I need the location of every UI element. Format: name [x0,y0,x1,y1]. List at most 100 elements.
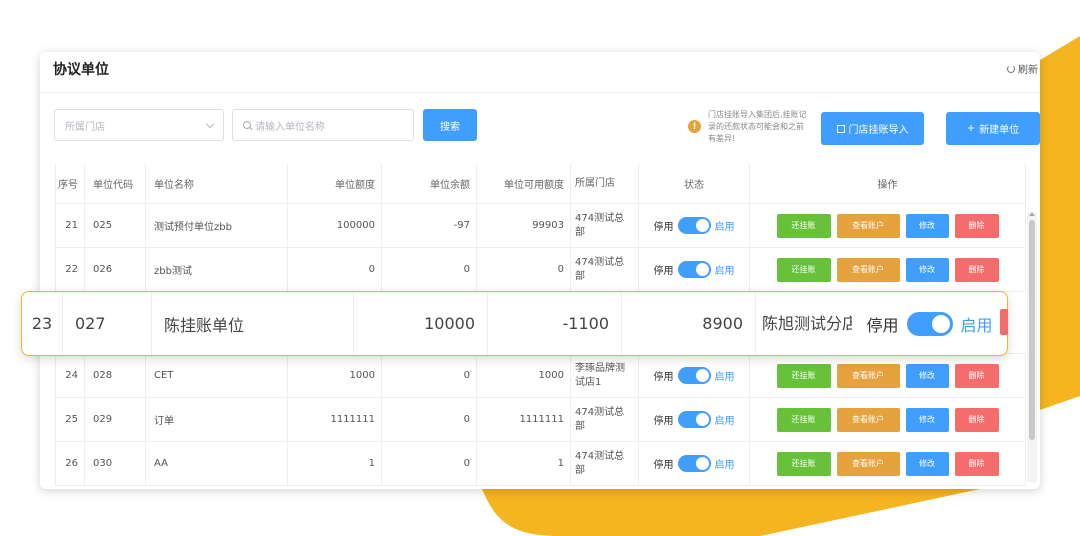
repay-button[interactable]: 还挂账 [776,213,831,238]
cell-balance: 0 [382,442,477,485]
store-import-button[interactable]: 门店挂账导入 [821,112,924,145]
refresh-icon [1007,64,1015,73]
view-account-button[interactable]: 查看账户 [836,407,900,432]
cell-status: 停用 启用 [639,354,750,397]
cell-available: 1000 [477,354,571,397]
status-off-label: 停用 [653,372,674,383]
cell-limit: 0 [288,248,382,291]
search-input[interactable]: 请输入单位名称 [232,109,414,141]
edit-button[interactable]: 修改 [905,257,949,282]
status-off-label: 停用 [653,460,674,471]
cell-ops: 还挂账 查看账户 修改 删除 [750,204,1026,247]
refresh-label: 刷新 [1018,65,1038,76]
import-notice: 门店挂账导入集团后,挂账记录的还款状态可能会和之前有差异! [708,110,807,143]
cell-name: 测试预付单位zbb [146,204,288,247]
status-off-label: 停用 [653,266,674,277]
cell-store: 474测试总部 [571,248,639,291]
view-account-button[interactable]: 查看账户 [836,213,900,238]
store-select-placeholder: 所属门店 [65,121,105,133]
view-account-button[interactable]: 查看账户 [836,257,900,282]
chevron-down-icon [205,119,215,129]
units-panel: 协议单位 刷新 所属门店 请输入单位名称 搜索 ! 门店挂账导入集团后,挂账记录… [40,52,1040,489]
cell-limit: 1 [288,442,382,485]
cell-code: 029 [85,398,146,441]
cell-index: 26 [55,442,85,485]
status-toggle[interactable] [677,217,711,234]
delete-button[interactable]: 删除 [954,451,999,476]
highlight-name: 陈挂账单位 [152,292,354,355]
col-header-name: 单位名称 [146,164,288,203]
warning-icon: ! [688,120,701,133]
cell-status: 停用 启用 [639,248,750,291]
new-unit-button[interactable]: + 新建单位 [946,112,1040,145]
status-off-label: 停用 [653,222,674,233]
store-select[interactable]: 所属门店 [54,109,224,141]
edit-button[interactable]: 修改 [905,407,949,432]
highlighted-row: 23 027 陈挂账单位 10000 -1100 8900 陈旭测试分店76 停… [21,291,1008,356]
cell-status: 停用 启用 [639,398,750,441]
table-row: 25 029 订单 1111111 0 1111111 474测试总部 停用 启用 还挂账 查看账户… [55,398,1026,442]
scroll-thumb[interactable] [1029,220,1035,440]
status-toggle[interactable] [677,455,711,472]
status-on-label: 启用 [714,222,735,233]
delete-button[interactable]: 删除 [954,213,999,238]
cell-index: 24 [55,354,85,397]
col-header-status: 状态 [639,164,750,203]
cell-ops: 还挂账 查看账户 修改 删除 [750,354,1026,397]
cell-index: 22 [55,248,85,291]
edit-button[interactable]: 修改 [905,213,949,238]
cell-index: 25 [55,398,85,441]
col-header-available: 单位可用额度 [477,164,571,203]
cell-ops: 还挂账 查看账户 修改 删除 [750,248,1026,291]
highlight-code: 027 [63,292,152,355]
delete-button[interactable]: 删除 [954,363,999,388]
highlight-limit: 10000 [354,292,488,355]
delete-button[interactable]: 删除 [954,257,999,282]
highlight-balance: -1100 [488,292,622,355]
cell-available: 1 [477,442,571,485]
cell-store: 474测试总部 [571,442,639,485]
cell-ops: 还挂账 查看账户 修改 删除 [750,442,1026,485]
cell-balance: 0 [382,248,477,291]
status-toggle[interactable] [677,261,711,278]
table-row: 22 026 zbb测试 0 0 0 474测试总部 停用 启用 还挂账 查看账户 修改 删除 [55,248,1026,292]
status-off-label: 停用 [653,416,674,427]
cell-name: 订单 [146,398,288,441]
col-header-index: 序号 [55,164,85,203]
cell-store: 474测试总部 [571,204,639,247]
col-header-balance: 单位余额 [382,164,477,203]
status-toggle[interactable] [677,367,711,384]
delete-button[interactable]: 删除 [954,407,999,432]
cell-balance: -97 [382,204,477,247]
search-icon [243,121,251,129]
delete-button[interactable] [1000,309,1008,335]
edit-button[interactable]: 修改 [905,363,949,388]
repay-button[interactable]: 还挂账 [776,451,831,476]
status-on-label: 启用 [714,460,735,471]
repay-button[interactable]: 还挂账 [776,257,831,282]
highlight-available: 8900 [622,292,756,355]
status-on-label: 启用 [714,416,735,427]
edit-button[interactable]: 修改 [905,451,949,476]
col-header-limit: 单位额度 [288,164,382,203]
view-account-button[interactable]: 查看账户 [836,451,900,476]
view-account-button[interactable]: 查看账户 [836,363,900,388]
table-scrollbar[interactable] [1027,212,1037,482]
cell-code: 028 [85,354,146,397]
cell-ops: 还挂账 查看账户 修改 删除 [750,398,1026,441]
cell-status: 停用 启用 [639,204,750,247]
cell-limit: 1000 [288,354,382,397]
repay-button[interactable]: 还挂账 [776,407,831,432]
repay-button[interactable]: 还挂账 [776,363,831,388]
search-button[interactable]: 搜索 [423,109,477,141]
cell-balance: 0 [382,398,477,441]
cell-available: 99903 [477,204,571,247]
status-toggle[interactable] [677,411,711,428]
cell-index: 21 [55,204,85,247]
status-toggle[interactable] [906,311,953,336]
table-row: 21 025 测试预付单位zbb 100000 -97 99903 474测试总部 停用 启用 还… [55,204,1026,248]
cell-name: CET [146,354,288,397]
refresh-button[interactable]: 刷新 [1007,61,1038,76]
cell-name: AA [146,442,288,485]
scroll-up-icon[interactable] [1029,212,1035,216]
